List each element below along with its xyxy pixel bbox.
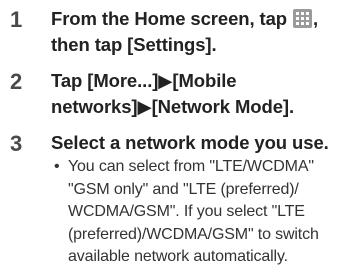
- step-text: Select a network mode you use.: [51, 132, 329, 153]
- bullet-marker: •: [54, 158, 60, 175]
- step-note: • You can select from "LTE/WCDMA" "GSM o…: [51, 156, 353, 269]
- step-text-part: From the Home screen, tap: [51, 8, 293, 29]
- step-number: 1: [10, 7, 23, 32]
- apps-grid-icon: [293, 9, 313, 28]
- note-bullet-item: • You can select from "LTE/WCDMA" "GSM o…: [51, 156, 353, 269]
- note-text: You can select from "LTE/WCDMA" "GSM onl…: [68, 158, 319, 265]
- step-text: From the Home screen, tap , then tap [Se…: [51, 6, 351, 58]
- step-number: 3: [10, 131, 23, 156]
- step-text: Tap [More...]▶[Mobile networks]▶[Network…: [51, 70, 294, 117]
- instruction-page: 1 From the Home screen, tap , then tap […: [0, 0, 355, 277]
- step-number: 2: [10, 69, 23, 94]
